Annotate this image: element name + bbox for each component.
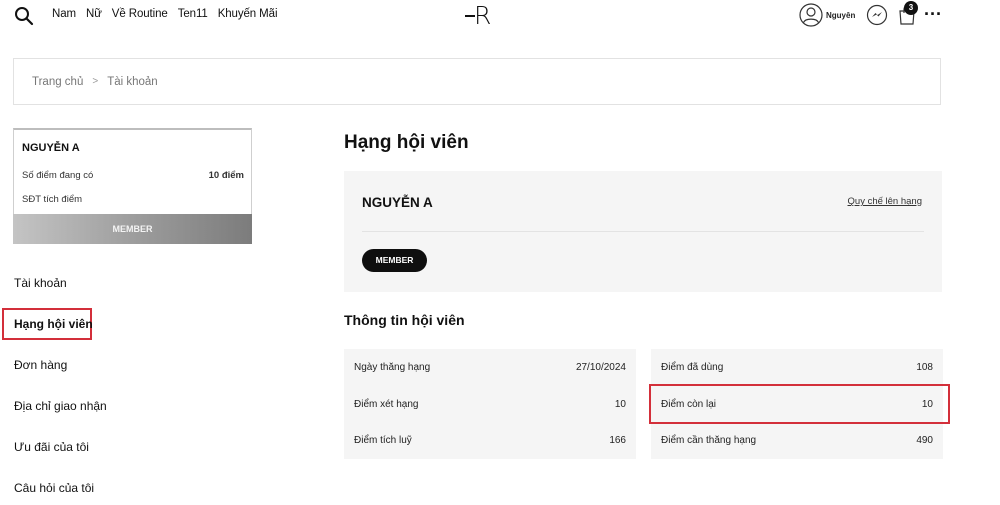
main-nav: Nam Nữ Về Routine Ten11 Khuyến Mãi — [52, 8, 287, 20]
nav-item-ve-routine[interactable]: Về Routine — [112, 8, 168, 20]
member-name: NGUYỄN A — [22, 142, 80, 154]
tier-badge: MEMBER — [362, 249, 427, 272]
menu-item-orders[interactable]: Đơn hàng — [14, 358, 67, 372]
info-label: Điểm tích luỹ — [354, 434, 412, 446]
info-label: Điểm đã dùng — [661, 361, 724, 373]
info-row-points-to-upgrade: Điểm cần thăng hạng 490 — [661, 422, 933, 458]
breadcrumb-current: Tài khoản — [107, 75, 158, 88]
messenger-icon[interactable] — [866, 4, 888, 26]
info-row-upgrade-date: Ngày thăng hạng 27/10/2024 — [354, 349, 626, 385]
info-label: Điểm xét hạng — [354, 398, 419, 410]
user-account-link[interactable]: Nguyên — [799, 3, 855, 27]
menu-item-my-offers[interactable]: Ưu đãi của tôi — [14, 440, 89, 454]
info-value: 166 — [609, 434, 626, 446]
member-info-left-column: Ngày thăng hạng 27/10/2024 Điểm xét hạng… — [344, 349, 636, 459]
points-row: Số điểm đang có 10 điểm — [22, 170, 244, 181]
more-options-icon[interactable]: ··· — [924, 4, 942, 24]
info-value: 10 — [614, 398, 626, 410]
member-tier-panel: NGUYỄN A Quy chế lên hạng MEMBER — [344, 171, 942, 292]
breadcrumb: Trang chủ > Tài khoản — [13, 58, 941, 105]
info-value: 27/10/2024 — [575, 361, 626, 373]
info-row-used-points: Điểm đã dùng 108 — [661, 349, 933, 385]
tier-bar: MEMBER — [13, 214, 252, 244]
remaining-points-highlight-box — [649, 384, 950, 424]
info-value: 490 — [916, 434, 933, 446]
breadcrumb-home[interactable]: Trang chủ — [32, 76, 83, 88]
panel-divider — [362, 231, 924, 232]
points-label: Số điểm đang có — [22, 170, 94, 181]
nav-item-ten11[interactable]: Ten11 — [178, 8, 208, 20]
logo-letter: R — [474, 1, 492, 30]
page-title: Hạng hội viên — [344, 132, 469, 153]
phone-label: SĐT tích điểm — [22, 194, 83, 205]
info-label: Điểm cần thăng hạng — [661, 434, 757, 446]
search-icon[interactable] — [14, 6, 34, 26]
cart-count-badge: 3 — [904, 1, 918, 15]
breadcrumb-separator: > — [92, 76, 99, 87]
user-name: Nguyên — [826, 10, 856, 20]
nav-item-khuyen-mai[interactable]: Khuyến Mãi — [218, 8, 278, 20]
info-row-ranking-points: Điểm xét hạng 10 — [354, 386, 626, 422]
menu-item-account[interactable]: Tài khoản — [14, 276, 67, 290]
menu-item-membership-tier[interactable]: Hạng hội viên — [14, 317, 93, 331]
info-value: 108 — [916, 361, 933, 373]
menu-item-my-questions[interactable]: Câu hỏi của tôi — [14, 481, 94, 495]
member-summary-card: NGUYỄN A Số điểm đang có 10 điểm SĐT tíc… — [13, 128, 252, 244]
nav-item-nu[interactable]: Nữ — [86, 8, 102, 20]
info-label: Ngày thăng hạng — [354, 361, 431, 373]
points-value: 10 điểm — [208, 170, 244, 181]
menu-item-addresses[interactable]: Địa chỉ giao nhận — [14, 399, 107, 413]
top-header: Nam Nữ Về Routine Ten11 Khuyến Mãi R Ngu… — [0, 0, 1000, 34]
phone-row: SĐT tích điểm — [22, 194, 244, 205]
tier-rules-link[interactable]: Quy chế lên hạng — [848, 196, 922, 207]
panel-member-name: NGUYỄN A — [362, 195, 433, 210]
info-row-accumulated-points: Điểm tích luỹ 166 — [354, 422, 626, 458]
user-icon — [799, 3, 823, 27]
member-info-title: Thông tin hội viên — [344, 312, 465, 328]
nav-item-nam[interactable]: Nam — [52, 8, 76, 20]
